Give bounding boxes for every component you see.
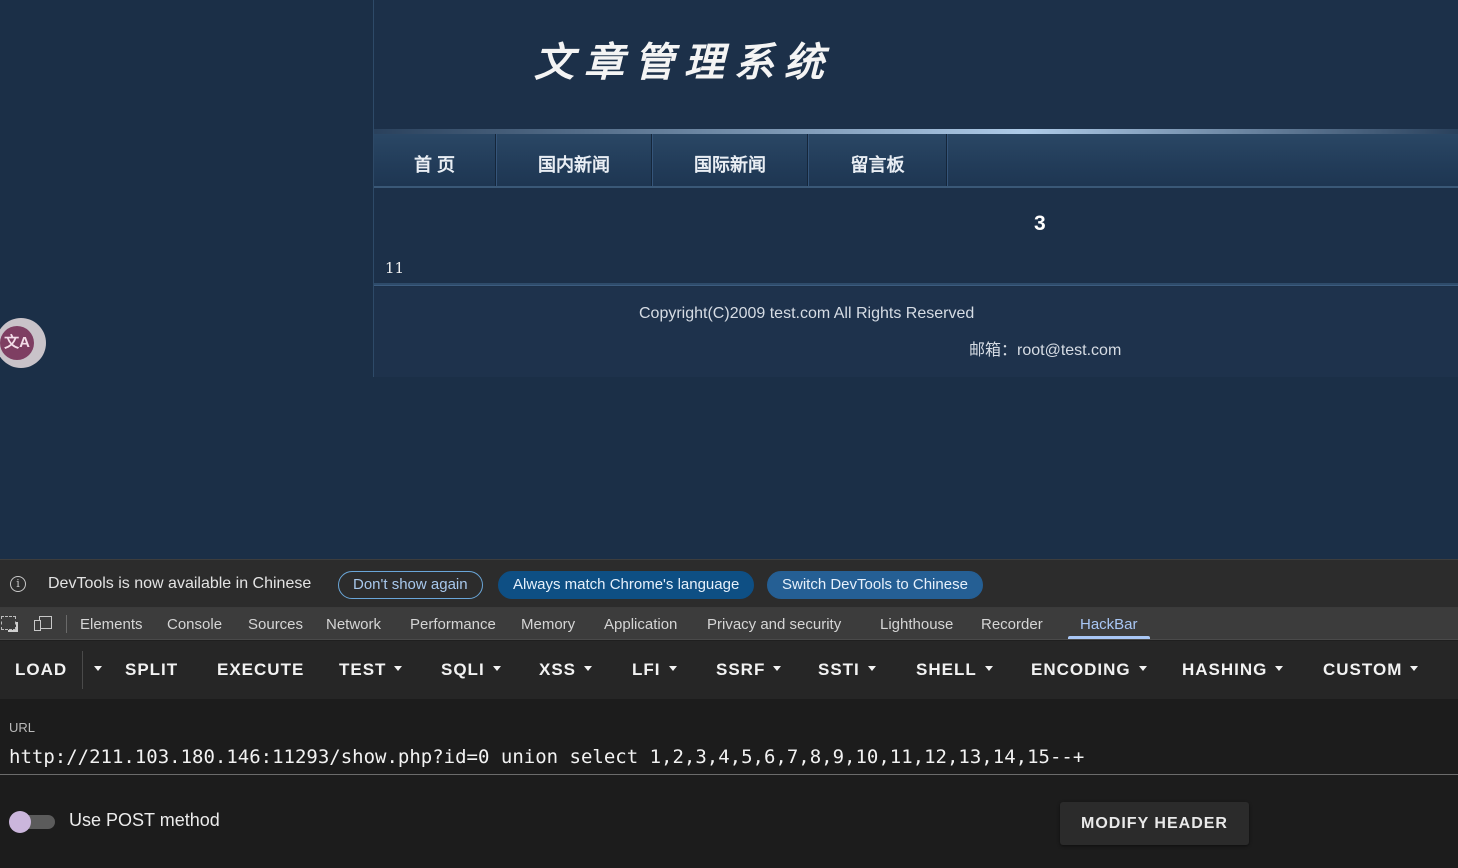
lfi-menu-button[interactable]: LFI [632,641,677,699]
translate-bubble[interactable]: 文A [0,318,46,368]
nav-international-news[interactable]: 国际新闻 [653,134,808,186]
tab-memory[interactable]: Memory [521,608,575,640]
tab-sources[interactable]: Sources [248,608,303,640]
hackbar-toolbar: LOAD SPLIT EXECUTE TEST SQLI XSS LFI SSR… [0,641,1458,699]
active-tab-indicator [1068,636,1150,639]
tab-recorder[interactable]: Recorder [981,608,1043,640]
device-toolbar-icon[interactable] [34,616,52,632]
tab-network[interactable]: Network [326,608,381,640]
site-title: 文章管理系统 [534,39,834,86]
xss-menu-button[interactable]: XSS [539,641,593,699]
ssti-menu-button[interactable]: SSTI [818,641,876,699]
devtools-panel: i DevTools is now available in Chinese D… [0,559,1458,868]
sqli-menu-button[interactable]: SQLI [441,641,501,699]
chevron-down-icon [1410,666,1419,672]
site-header: 文章管理系统 [374,0,1458,132]
info-icon: i [10,576,26,592]
article-content-value: 11 [385,259,405,277]
hackbar-body: URL Use POST method MODIFY HEADER [0,699,1458,868]
post-method-toggle[interactable] [9,811,55,833]
hashing-menu-button[interactable]: HASHING [1182,641,1284,699]
chevron-down-icon [1138,666,1147,672]
tab-application[interactable]: Application [604,608,677,640]
custom-menu-button[interactable]: CUSTOM [1323,641,1419,699]
infobar-message: DevTools is now available in Chinese [48,575,312,592]
page-viewport: 文章管理系统 首 页 国内新闻 国际新闻 留言板 3 11 Copyright(… [0,0,1458,559]
tab-lighthouse[interactable]: Lighthouse [880,608,953,640]
language-infobar: i DevTools is now available in Chinese D… [0,560,1458,608]
article-title-value: 3 [1034,212,1046,235]
shell-menu-button[interactable]: SHELL [916,641,993,699]
chevron-down-icon [668,666,677,672]
site-nav: 首 页 国内新闻 国际新闻 留言板 [374,134,1458,188]
modify-header-button[interactable]: MODIFY HEADER [1060,802,1249,845]
url-label: URL [9,720,36,735]
nav-home[interactable]: 首 页 [374,134,496,186]
tab-elements[interactable]: Elements [80,608,143,640]
tab-console[interactable]: Console [167,608,222,640]
site-footer: Copyright(C)2009 test.com All Rights Res… [374,287,1458,377]
devtools-tabbar: Elements Console Sources Network Perform… [0,608,1458,640]
switch-language-button[interactable]: Switch DevTools to Chinese [767,571,983,599]
chevron-down-icon [584,666,593,672]
split-button[interactable]: SPLIT [125,641,178,699]
chevron-down-icon [394,666,403,672]
chevron-down-icon [492,666,501,672]
execute-button[interactable]: EXECUTE [217,641,304,699]
post-method-label: Use POST method [69,810,220,830]
chevron-down-icon [773,666,782,672]
nav-message-board[interactable]: 留言板 [809,134,947,186]
content-divider [374,283,1458,286]
chevron-down-icon [1275,666,1284,672]
dont-show-again-button[interactable]: Don't show again [338,571,483,599]
ssrf-menu-button[interactable]: SSRF [716,641,782,699]
url-input[interactable] [0,739,1458,775]
inspect-element-icon[interactable] [1,616,16,630]
translate-icon: 文A [0,326,34,360]
load-separator [82,651,83,689]
chevron-down-icon [867,666,876,672]
article-site: 文章管理系统 首 页 国内新闻 国际新闻 留言板 3 11 Copyright(… [373,0,1458,377]
nav-domestic-news[interactable]: 国内新闻 [497,134,652,186]
chevron-down-icon [94,666,102,672]
test-menu-button[interactable]: TEST [339,641,403,699]
load-button[interactable]: LOAD [15,641,67,699]
footer-email: 邮箱：root@test.com [969,342,1122,359]
encoding-menu-button[interactable]: ENCODING [1031,641,1147,699]
toolbar-separator [66,615,67,633]
match-language-button[interactable]: Always match Chrome's language [498,571,755,599]
chevron-down-icon [984,666,993,672]
load-dropdown-button[interactable] [86,641,102,699]
footer-copyright: Copyright(C)2009 test.com All Rights Res… [639,305,975,322]
tab-performance[interactable]: Performance [410,608,496,640]
tab-privacy-security[interactable]: Privacy and security [707,608,841,640]
